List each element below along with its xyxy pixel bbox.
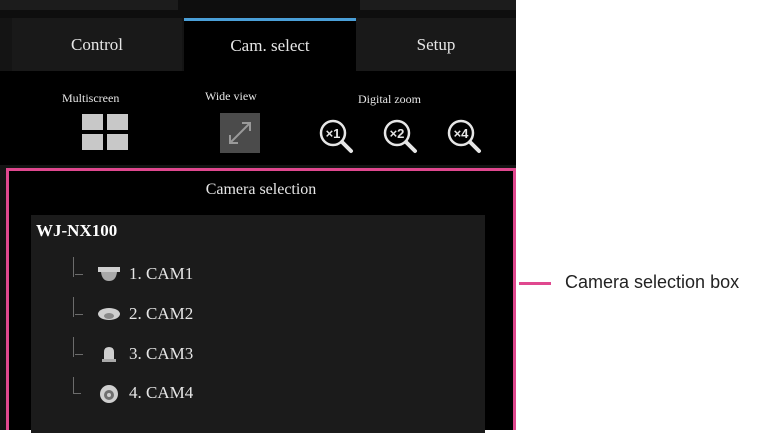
camera-selection-title: Camera selection	[205, 181, 317, 198]
zoom-x2-icon[interactable]: ×2	[382, 118, 420, 156]
camera-panel: Control Cam. select Setup Multiscreen Wi…	[0, 0, 516, 433]
camera-tree: WJ-NX100 1. CAM1 2. CAM2 3. CAM3 4. CAM4	[31, 215, 485, 433]
camera-item-2[interactable]: 2. CAM2	[97, 300, 193, 328]
camera-item-1[interactable]: 1. CAM1	[97, 260, 193, 288]
fisheye-camera-icon	[97, 381, 121, 405]
tab-control[interactable]: Control	[12, 18, 182, 71]
recorder-node[interactable]: WJ-NX100	[36, 221, 117, 241]
zoom-x4-icon[interactable]: ×4	[446, 118, 484, 156]
dome-camera-icon	[97, 262, 121, 286]
zoom-x4-text: ×4	[454, 126, 470, 141]
tab-cam-select[interactable]: Cam. select	[184, 18, 356, 71]
wide-view-icon[interactable]	[220, 113, 260, 153]
top-strip	[0, 0, 516, 18]
camera-item-4[interactable]: 4. CAM4	[97, 379, 193, 407]
tree-connector	[73, 377, 74, 393]
multiscreen-label: Multiscreen	[62, 91, 120, 105]
flat-dome-camera-icon	[97, 302, 121, 326]
zoom-x1-text: ×1	[326, 126, 341, 141]
toolbar: Multiscreen Wide view Digital zoom ×1 ×2	[0, 71, 516, 165]
tree-connector	[73, 337, 74, 357]
camera-item-3[interactable]: 3. CAM3	[97, 340, 193, 368]
zoom-x2-text: ×2	[390, 126, 405, 141]
tab-setup[interactable]: Setup	[356, 18, 516, 71]
wide-view-label: Wide view	[205, 89, 257, 103]
digital-zoom-label: Digital zoom	[358, 92, 421, 106]
tree-connector	[73, 257, 74, 277]
callout-label: Camera selection box	[565, 272, 740, 292]
multiscreen-icon[interactable]	[82, 114, 128, 150]
tree-connector	[73, 297, 74, 317]
zoom-x1-icon[interactable]: ×1	[318, 118, 356, 156]
compact-camera-icon	[97, 342, 121, 366]
camera-selection-box: Camera selection WJ-NX100 1. CAM1 2. CAM…	[6, 168, 516, 433]
callout-line	[519, 282, 551, 285]
